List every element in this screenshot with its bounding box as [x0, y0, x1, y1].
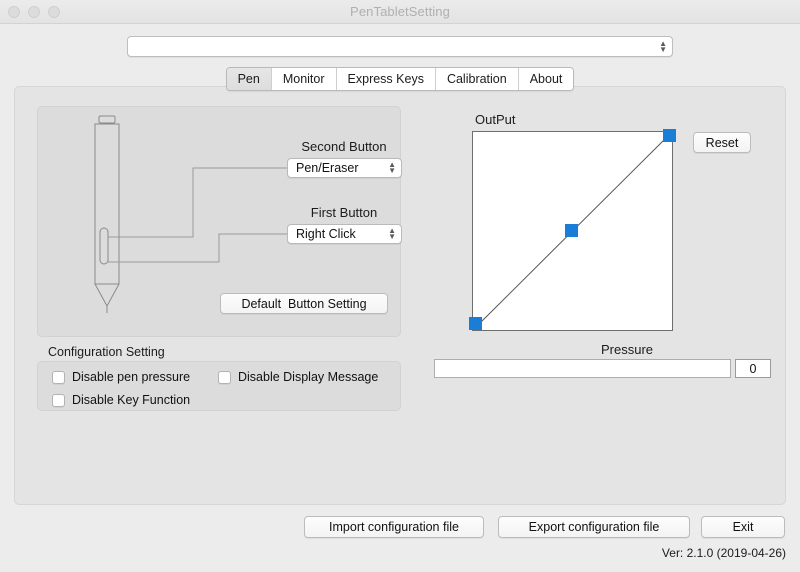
checkbox-label: Disable Key Function — [72, 393, 191, 407]
first-button-value: Right Click — [296, 227, 356, 241]
pressure-label: Pressure — [601, 342, 654, 357]
import-configuration-file-button[interactable]: Import configuration file — [304, 516, 484, 538]
second-button-value: Pen/Eraser — [296, 161, 359, 175]
pressure-level-meter — [434, 359, 731, 378]
checkbox-box-icon[interactable] — [52, 370, 65, 384]
checkbox-label: Disable Display Message — [238, 370, 379, 384]
device-selector-row: ▲ ▼ — [0, 24, 800, 57]
curve-handle-middle[interactable] — [565, 224, 578, 237]
second-button-label: Second Button — [301, 139, 387, 154]
checkbox-box-icon[interactable] — [218, 370, 231, 384]
window-titlebar: PenTabletSetting — [0, 0, 800, 24]
reset-curve-button[interactable]: Reset — [693, 132, 751, 153]
configuration-setting-group: Disable pen pressure Disable Display Mes… — [37, 361, 401, 411]
tab-calibration[interactable]: Calibration — [435, 68, 519, 90]
pressure-value-field: 0 — [735, 359, 771, 378]
checkbox-disable-key-function[interactable]: Disable Key Function — [52, 393, 190, 407]
checkbox-box-icon[interactable] — [52, 393, 65, 407]
minimize-button-icon[interactable] — [28, 5, 40, 18]
first-button-label: First Button — [310, 205, 378, 220]
exit-button[interactable]: Exit — [701, 516, 785, 538]
chevron-up-down-icon: ▲ ▼ — [388, 160, 396, 175]
device-selector-combobox[interactable]: ▲ ▼ — [127, 36, 673, 57]
checkbox-disable-display-message[interactable]: Disable Display Message — [218, 370, 378, 384]
pen-tab-content: Second Button Pen/Eraser ▲ ▼ First Button… — [14, 86, 786, 505]
version-label: Ver: 2.1.0 (2019-04-26) — [661, 546, 786, 560]
traffic-light-group — [8, 0, 60, 23]
zoom-button-icon[interactable] — [48, 5, 60, 18]
chevron-up-down-icon: ▲ ▼ — [388, 226, 396, 241]
close-button-icon[interactable] — [8, 5, 20, 18]
tab-bar: Pen Monitor Express Keys Calibration Abo… — [0, 67, 800, 91]
default-button-setting-button[interactable]: Default Button Setting — [220, 293, 388, 314]
pressure-curve-editor[interactable] — [469, 129, 676, 331]
output-label: OutPut — [475, 112, 516, 127]
checkbox-label: Disable pen pressure — [72, 370, 191, 384]
curve-handle-end[interactable] — [663, 129, 676, 142]
checkbox-disable-pen-pressure[interactable]: Disable pen pressure — [52, 370, 190, 384]
tab-pen[interactable]: Pen — [226, 68, 272, 90]
tab-monitor[interactable]: Monitor — [271, 68, 337, 90]
second-button-select[interactable]: Pen/Eraser ▲ ▼ — [287, 158, 402, 178]
pen-button-mapping-group: Second Button Pen/Eraser ▲ ▼ First Button… — [37, 106, 402, 337]
first-button-select[interactable]: Right Click ▲ ▼ — [287, 224, 402, 244]
export-configuration-file-button[interactable]: Export configuration file — [498, 516, 690, 538]
configuration-setting-title: Configuration Setting — [48, 345, 165, 359]
tab-express-keys[interactable]: Express Keys — [336, 68, 436, 90]
pen-tablet-setting-window: PenTabletSetting ▲ ▼ Pen Monitor Express … — [0, 0, 800, 572]
curve-handle-start[interactable] — [469, 317, 482, 330]
window-title: PenTabletSetting — [350, 4, 450, 19]
chevron-up-down-icon: ▲ ▼ — [659, 38, 667, 54]
tab-about[interactable]: About — [518, 68, 574, 90]
